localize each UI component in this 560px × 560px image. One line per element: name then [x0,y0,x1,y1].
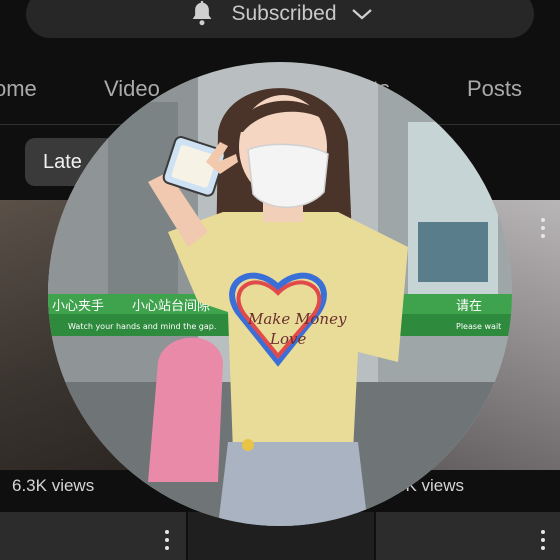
tab-videos[interactable]: Video [104,76,160,102]
more-options-icon[interactable] [540,218,546,240]
video-thumbnail[interactable] [376,512,560,560]
video-view-count: 6.3K views [12,476,95,495]
more-options-icon[interactable] [540,530,546,552]
sign-subtext-left: Watch your hands and mind the gap. [68,322,216,331]
sign-text-right: 请在 [456,299,482,314]
shirt-text-line2: Love [269,330,306,348]
more-options-icon[interactable] [164,530,170,552]
shirt-text-line1: Make Money [247,310,347,328]
chevron-down-icon[interactable] [351,7,373,21]
video-thumbnail[interactable] [0,512,186,560]
sign-text-left: 小心夹手 [52,299,104,314]
bell-icon [193,0,212,26]
tab-posts[interactable]: Posts [467,76,522,102]
sign-subtext-right: Please wait [456,322,501,331]
channel-avatar: 小心夹手 小心站台间隙 请在 Watch your hands and mind… [48,62,512,526]
tab-home[interactable]: ome [0,76,37,102]
subscribed-label: Subscribed [231,2,337,25]
subscribed-button[interactable]: Subscribed [26,0,534,38]
